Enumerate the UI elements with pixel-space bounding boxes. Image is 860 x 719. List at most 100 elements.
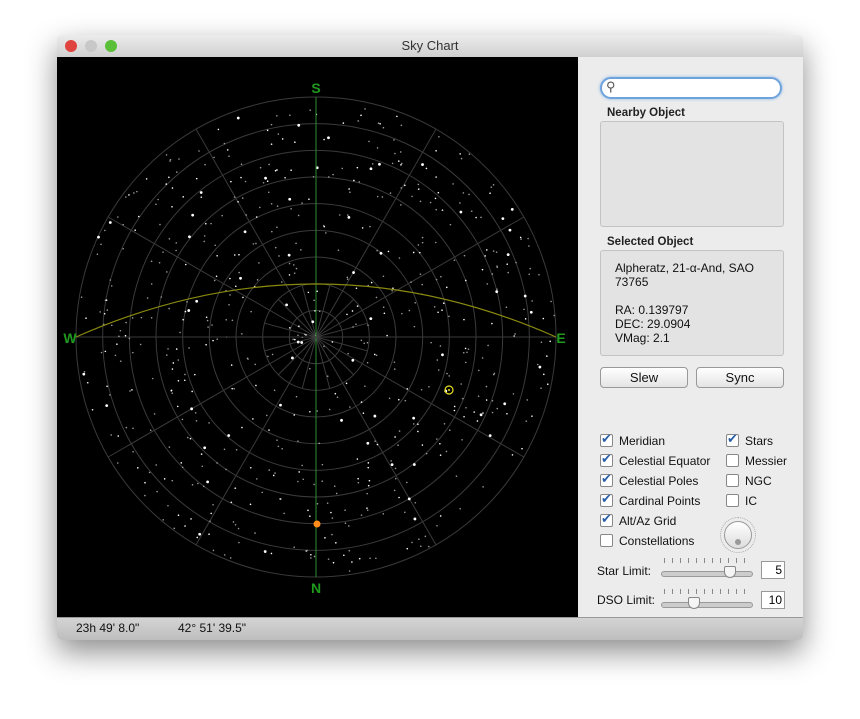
star — [264, 176, 267, 180]
star — [479, 413, 483, 417]
dso-limit-thumb[interactable] — [688, 597, 701, 609]
star — [171, 392, 174, 394]
checkbox-celestial-poles[interactable]: Celestial Poles — [600, 471, 698, 489]
star — [230, 364, 233, 366]
star — [342, 122, 345, 124]
star — [288, 274, 291, 276]
star — [393, 139, 395, 141]
star — [215, 275, 218, 278]
star — [485, 249, 488, 251]
star — [397, 444, 399, 447]
star — [453, 409, 456, 412]
star — [400, 164, 402, 166]
star — [417, 430, 419, 433]
close-button[interactable] — [65, 40, 77, 52]
star — [345, 382, 348, 385]
checkbox-box[interactable] — [726, 454, 739, 467]
checkbox-box[interactable] — [600, 491, 613, 507]
star — [151, 377, 154, 380]
star — [191, 390, 193, 393]
checkbox-constellations[interactable]: Constellations — [600, 533, 694, 549]
star — [297, 123, 301, 127]
dso-limit-value[interactable]: 10 — [761, 591, 785, 609]
azimuth-line — [315, 336, 331, 389]
slew-button[interactable]: Slew — [600, 367, 688, 388]
star — [393, 368, 396, 370]
star — [495, 290, 499, 294]
star — [531, 300, 533, 302]
selected-object-box: Alpheratz, 21-α-And, SAO 73765 RA: 0.139… — [600, 250, 784, 356]
checkbox-alt-az-grid[interactable]: Alt/Az Grid — [600, 511, 676, 529]
star — [360, 514, 363, 516]
checkbox-cardinal-points[interactable]: Cardinal Points — [600, 491, 700, 509]
star — [356, 166, 359, 169]
star — [428, 545, 430, 548]
star — [346, 276, 349, 279]
star — [401, 162, 403, 165]
star — [190, 407, 194, 411]
star — [375, 354, 378, 357]
checkbox-meridian[interactable]: Meridian — [600, 431, 665, 449]
checkbox-ic[interactable]: IC — [726, 493, 757, 509]
checkbox-box[interactable] — [600, 511, 613, 527]
checkbox-ngc[interactable]: NGC — [726, 473, 772, 489]
search-input[interactable] — [622, 80, 776, 96]
star — [463, 318, 465, 321]
checkbox-box[interactable] — [726, 474, 739, 487]
status-bar: 23h 49' 8.0" 42° 51' 39.5" — [57, 617, 803, 640]
star — [238, 271, 240, 274]
zoom-button[interactable] — [105, 40, 117, 52]
star — [399, 151, 402, 153]
dso-limit-slider[interactable] — [661, 589, 753, 609]
star — [419, 273, 422, 275]
checkbox-box[interactable] — [726, 431, 739, 447]
star-limit-slider[interactable] — [661, 558, 753, 578]
checkbox-messier[interactable]: Messier — [726, 453, 787, 469]
celestial-pole-marker — [313, 520, 321, 528]
star — [277, 445, 280, 448]
star — [276, 169, 278, 171]
star — [332, 173, 334, 176]
sky-chart[interactable]: S N W E — [57, 57, 578, 617]
checkbox-celestial-equator[interactable]: Celestial Equator — [600, 451, 710, 469]
star-limit-value[interactable]: 5 — [761, 561, 785, 579]
star — [191, 484, 194, 486]
star — [418, 251, 421, 254]
star — [379, 251, 383, 255]
star — [104, 350, 107, 353]
star — [316, 290, 318, 293]
star — [523, 308, 525, 311]
checkbox-box[interactable] — [726, 494, 739, 507]
star — [364, 108, 366, 110]
rotation-knob[interactable] — [720, 517, 756, 553]
star — [231, 319, 234, 322]
checkbox-box[interactable] — [600, 471, 613, 487]
star — [331, 341, 334, 343]
star — [205, 222, 207, 225]
checkbox-stars[interactable]: Stars — [726, 431, 773, 449]
star — [367, 484, 370, 487]
star — [391, 289, 393, 292]
star — [156, 490, 158, 493]
minimize-button[interactable] — [85, 40, 97, 52]
star — [268, 429, 270, 431]
search-field[interactable]: ⚲ — [600, 77, 782, 99]
star — [363, 342, 365, 345]
star — [239, 276, 242, 280]
checkbox-box[interactable] — [600, 431, 613, 447]
star — [206, 319, 209, 322]
star — [462, 192, 465, 194]
sky-chart-canvas[interactable]: S N W E — [57, 57, 578, 617]
star — [526, 399, 529, 401]
checkbox-box[interactable] — [600, 534, 613, 547]
star — [529, 267, 531, 270]
checkbox-box[interactable] — [600, 451, 613, 467]
star-limit-thumb[interactable] — [723, 566, 736, 578]
star — [307, 509, 309, 512]
star — [376, 147, 379, 149]
star — [386, 334, 388, 337]
star — [397, 160, 400, 162]
sync-button[interactable]: Sync — [696, 367, 784, 388]
star — [538, 365, 542, 369]
star — [393, 489, 396, 492]
